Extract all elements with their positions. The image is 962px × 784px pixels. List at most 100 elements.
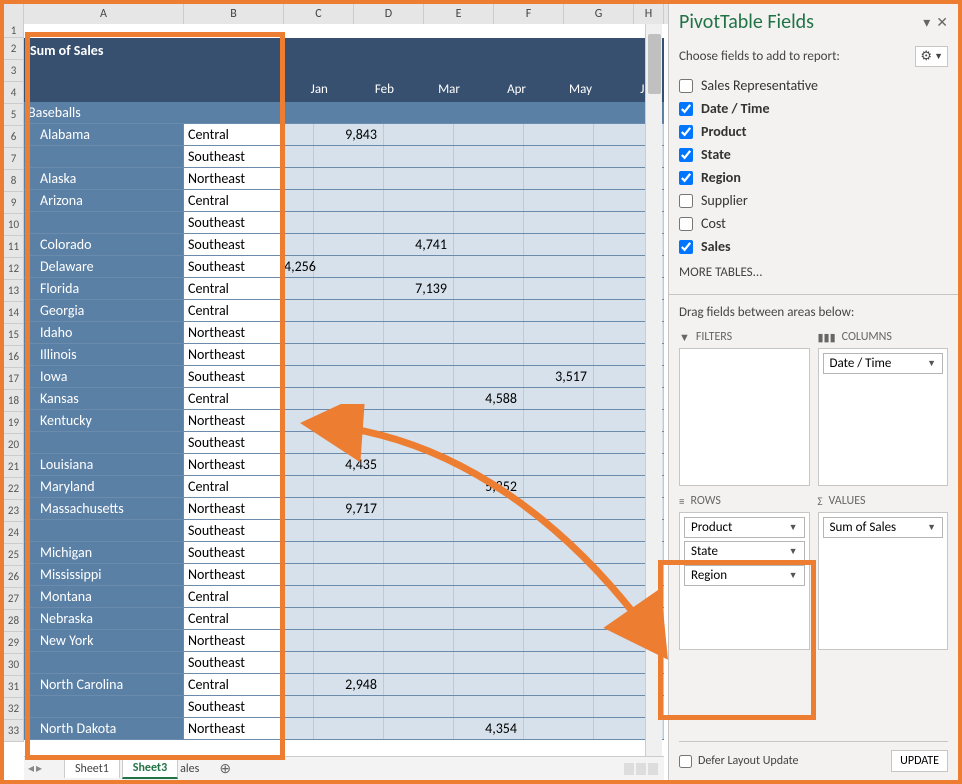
value-cell[interactable] bbox=[454, 608, 524, 629]
col-header-E[interactable]: E bbox=[424, 4, 494, 24]
state-cell[interactable] bbox=[24, 520, 184, 541]
field-item[interactable]: Cost bbox=[679, 213, 948, 234]
region-cell[interactable]: Southeast bbox=[184, 652, 284, 673]
field-item[interactable]: Sales Representative bbox=[679, 75, 948, 96]
field-checkbox[interactable] bbox=[679, 148, 693, 162]
columns-dropzone[interactable]: Date / Time▼ bbox=[818, 348, 949, 486]
row-number[interactable]: 20 bbox=[4, 434, 24, 456]
pivot-data-row[interactable]: North DakotaNortheast4,354 bbox=[24, 718, 664, 740]
value-cell[interactable]: 5,852 bbox=[454, 476, 524, 497]
state-cell[interactable]: Nebraska bbox=[24, 608, 184, 629]
value-cell[interactable] bbox=[454, 212, 524, 233]
field-checkbox[interactable] bbox=[679, 125, 693, 139]
value-cell[interactable] bbox=[524, 124, 594, 145]
row-number[interactable]: 9 bbox=[4, 192, 24, 214]
region-cell[interactable]: Northeast bbox=[184, 564, 284, 585]
row-number[interactable]: 27 bbox=[4, 588, 24, 610]
value-cell[interactable] bbox=[524, 300, 594, 321]
value-cell[interactable] bbox=[524, 520, 594, 541]
row-number[interactable]: 14 bbox=[4, 302, 24, 324]
field-checkbox[interactable] bbox=[679, 240, 693, 254]
row-number[interactable]: 16 bbox=[4, 346, 24, 368]
value-cell[interactable] bbox=[314, 476, 384, 497]
row-number[interactable]: 23 bbox=[4, 500, 24, 522]
chevron-down-icon[interactable]: ▼ bbox=[927, 358, 936, 369]
value-cell[interactable] bbox=[454, 674, 524, 695]
row-number[interactable]: 21 bbox=[4, 456, 24, 478]
value-cell[interactable] bbox=[454, 586, 524, 607]
value-cell[interactable] bbox=[524, 476, 594, 497]
value-cell[interactable] bbox=[384, 498, 454, 519]
pivot-grid[interactable]: Sum of Sales Jan Feb Mar Apr May Jun Bas… bbox=[24, 24, 664, 758]
pivot-data-row[interactable]: GeorgiaCentral bbox=[24, 300, 664, 322]
sheet-tab-inactive[interactable]: Sheet1 bbox=[64, 759, 120, 778]
field-item[interactable]: Sales bbox=[679, 236, 948, 257]
value-cell[interactable] bbox=[314, 344, 384, 365]
state-cell[interactable]: Massachusetts bbox=[24, 498, 184, 519]
value-cell[interactable]: 4,256 bbox=[284, 256, 314, 277]
chevron-down-icon[interactable]: ▼ bbox=[789, 522, 798, 533]
value-cell[interactable] bbox=[384, 586, 454, 607]
value-cell[interactable] bbox=[454, 146, 524, 167]
field-item[interactable]: Date / Time bbox=[679, 98, 948, 119]
value-cell[interactable] bbox=[284, 388, 314, 409]
pivot-data-row[interactable]: MichiganSoutheast bbox=[24, 542, 664, 564]
value-cell[interactable] bbox=[284, 586, 314, 607]
value-cell[interactable] bbox=[284, 344, 314, 365]
pivot-data-row[interactable]: MarylandCentral5,852 bbox=[24, 476, 664, 498]
field-item[interactable]: State bbox=[679, 144, 948, 165]
value-cell[interactable] bbox=[284, 696, 314, 717]
state-cell[interactable]: Kansas bbox=[24, 388, 184, 409]
row-number[interactable]: 3 bbox=[4, 60, 24, 82]
values-dropzone[interactable]: Sum of Sales▼ bbox=[818, 512, 949, 650]
value-cell[interactable] bbox=[524, 212, 594, 233]
region-cell[interactable]: Central bbox=[184, 674, 284, 695]
value-cell[interactable] bbox=[524, 674, 594, 695]
state-cell[interactable]: Florida bbox=[24, 278, 184, 299]
sheet-tab-partial[interactable]: ales bbox=[180, 760, 209, 778]
value-cell[interactable] bbox=[524, 630, 594, 651]
value-cell[interactable] bbox=[314, 608, 384, 629]
pivot-data-row[interactable]: MassachusettsNortheast9,717 bbox=[24, 498, 664, 520]
region-cell[interactable]: Northeast bbox=[184, 410, 284, 431]
pivot-data-row[interactable]: Southeast bbox=[24, 696, 664, 718]
scrollbar-thumb[interactable] bbox=[648, 34, 661, 94]
value-cell[interactable] bbox=[524, 608, 594, 629]
value-cell[interactable] bbox=[284, 190, 314, 211]
row-number[interactable]: 4 bbox=[4, 82, 24, 104]
state-cell[interactable] bbox=[24, 212, 184, 233]
value-cell[interactable] bbox=[284, 652, 314, 673]
field-item[interactable]: Supplier bbox=[679, 190, 948, 211]
value-cell[interactable] bbox=[384, 388, 454, 409]
region-cell[interactable]: Northeast bbox=[184, 168, 284, 189]
row-number[interactable]: 2 bbox=[4, 38, 24, 60]
value-cell[interactable] bbox=[314, 630, 384, 651]
state-cell[interactable]: Idaho bbox=[24, 322, 184, 343]
value-cell[interactable] bbox=[384, 146, 454, 167]
value-cell[interactable] bbox=[384, 520, 454, 541]
value-cell[interactable] bbox=[284, 630, 314, 651]
value-cell[interactable] bbox=[454, 344, 524, 365]
tab-scroll-handle[interactable] bbox=[624, 763, 658, 775]
value-cell[interactable] bbox=[384, 718, 454, 739]
row-number[interactable]: 29 bbox=[4, 632, 24, 654]
row-number[interactable]: 30 bbox=[4, 654, 24, 676]
field-checkbox[interactable] bbox=[679, 102, 693, 116]
state-cell[interactable] bbox=[24, 146, 184, 167]
value-cell[interactable] bbox=[454, 278, 524, 299]
nav-next-icon[interactable]: ▸ bbox=[36, 761, 42, 776]
value-cell[interactable] bbox=[454, 300, 524, 321]
value-cell[interactable] bbox=[314, 366, 384, 387]
value-cell[interactable] bbox=[384, 652, 454, 673]
value-cell[interactable] bbox=[314, 322, 384, 343]
state-cell[interactable]: Illinois bbox=[24, 344, 184, 365]
value-cell[interactable]: 4,354 bbox=[454, 718, 524, 739]
value-cell[interactable] bbox=[524, 344, 594, 365]
region-cell[interactable]: Central bbox=[184, 278, 284, 299]
rows-pill[interactable]: State▼ bbox=[684, 541, 805, 562]
state-cell[interactable]: Iowa bbox=[24, 366, 184, 387]
col-header-G[interactable]: G bbox=[564, 4, 634, 24]
pivot-data-row[interactable]: ColoradoSoutheast4,741 bbox=[24, 234, 664, 256]
pivot-data-row[interactable]: Southeast bbox=[24, 652, 664, 674]
row-number[interactable]: 10 bbox=[4, 214, 24, 236]
